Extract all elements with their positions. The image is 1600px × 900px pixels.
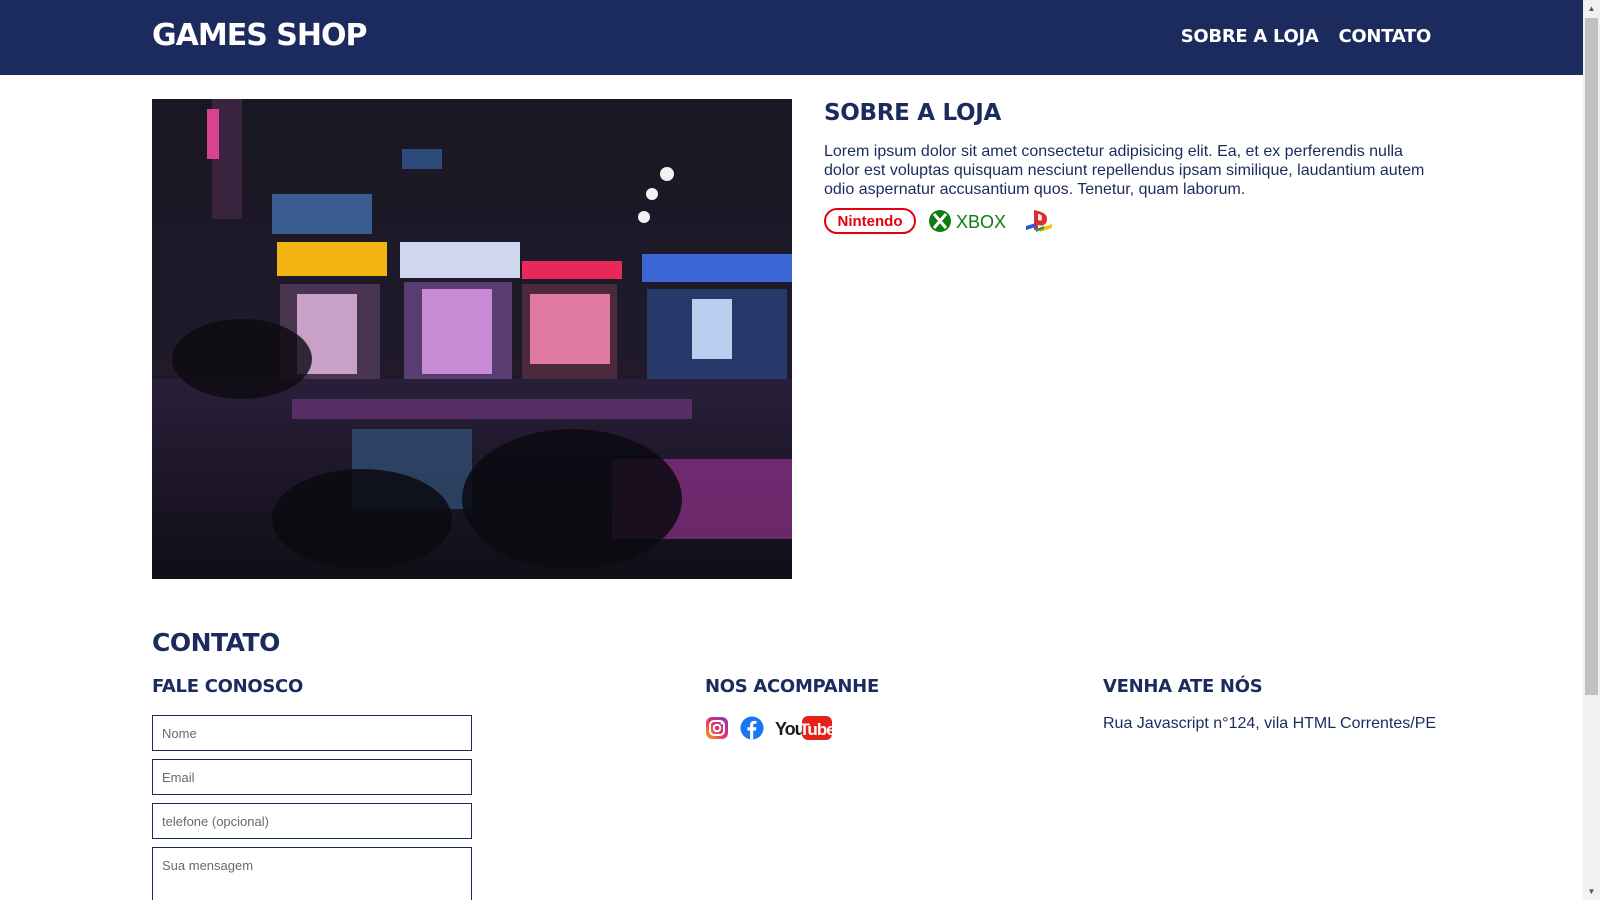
instagram-icon[interactable] <box>705 716 729 740</box>
main-nav: SOBRE A LOJA CONTATO <box>1181 26 1432 47</box>
location-heading: VENHA ATE NÓS <box>1103 676 1263 697</box>
contact-title: CONTATO <box>152 628 280 657</box>
nintendo-logo: Nintendo <box>824 208 916 234</box>
about-title: SOBRE A LOJA <box>824 100 1002 126</box>
social-links: You Tube <box>705 715 833 741</box>
message-textarea[interactable] <box>152 847 472 900</box>
form-heading: FALE CONOSCO <box>152 676 303 697</box>
nintendo-text: Nintendo <box>838 213 903 230</box>
facebook-icon[interactable] <box>740 716 764 740</box>
name-input[interactable] <box>152 715 472 751</box>
scroll-up-arrow-icon[interactable]: ▲ <box>1583 0 1600 17</box>
nav-link-sobre[interactable]: SOBRE A LOJA <box>1181 26 1319 47</box>
scrollbar[interactable]: ▲ ▼ <box>1583 0 1600 900</box>
store-photo <box>152 99 792 579</box>
site-header: GAMES SHOP SOBRE A LOJA CONTATO <box>0 0 1583 75</box>
phone-input[interactable] <box>152 803 472 839</box>
brand-logos: Nintendo XBOX <box>824 208 1436 234</box>
nav-link-contato[interactable]: CONTATO <box>1339 26 1432 47</box>
xbox-text: XBOX <box>956 212 1006 232</box>
youtube-logo[interactable]: You Tube <box>775 715 833 741</box>
youtube-tube-text: Tube <box>799 720 833 739</box>
store-address: Rua Javascript n°124, vila HTML Corrente… <box>1103 715 1437 732</box>
xbox-logo: XBOX <box>929 210 1006 232</box>
playstation-logo <box>1026 210 1052 232</box>
store-photo-image <box>152 99 792 579</box>
about-text: Lorem ipsum dolor sit amet consectetur a… <box>824 143 1425 198</box>
about-section: SOBRE A LOJA Lorem ipsum dolor sit amet … <box>824 100 1436 234</box>
scroll-down-arrow-icon[interactable]: ▼ <box>1583 883 1600 900</box>
site-logo[interactable]: GAMES SHOP <box>152 18 367 53</box>
scroll-thumb[interactable] <box>1585 18 1598 695</box>
email-input[interactable] <box>152 759 472 795</box>
social-heading: NOS ACOMPANHE <box>705 676 879 697</box>
